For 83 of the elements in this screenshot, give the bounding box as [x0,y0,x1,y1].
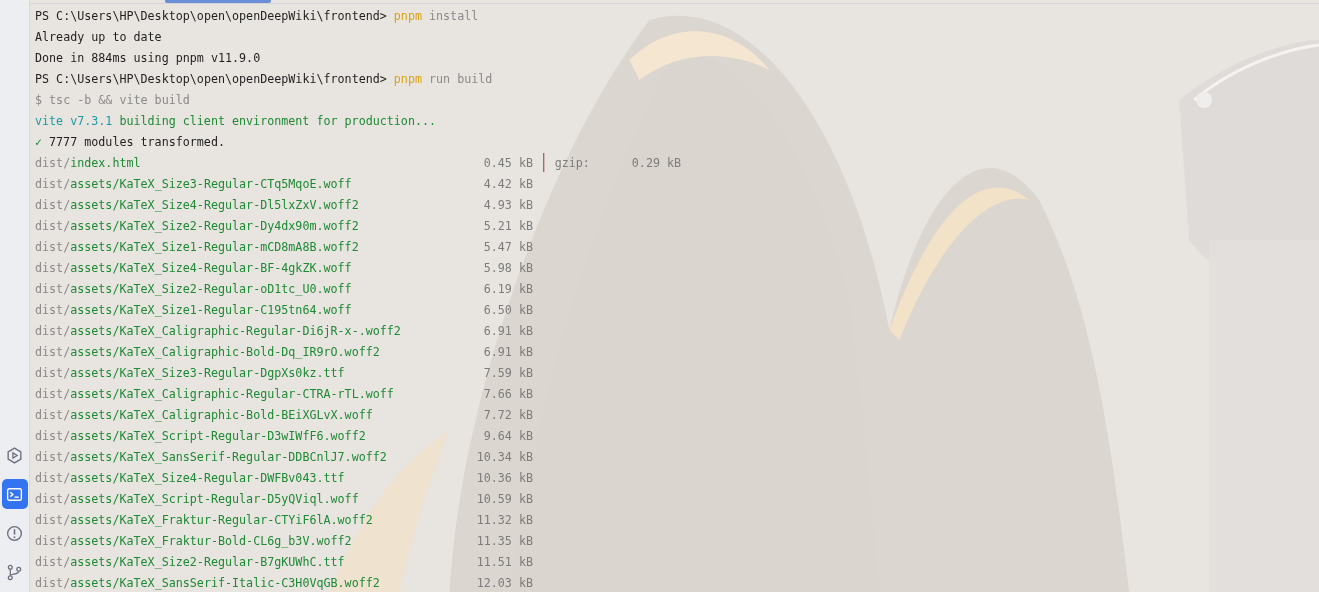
file-path: assets/KaTeX_Caligraphic-Regular-CTRA-rTL.woff [70,386,394,401]
dir-prefix: dist/ [35,512,71,527]
dir-prefix: dist/ [35,302,71,317]
prompt-text: PS C:\Users\HP\Desktop\open\openDeepWiki\frontend> [35,8,387,23]
output-line: Done in 884ms using pnpm v11.9.0 [35,50,261,65]
file-size: 6.50 kB [482,302,533,317]
dir-prefix: dist/ [35,407,71,422]
file-path: assets/KaTeX_Size4-Regular-BF-4gkZK.woff [70,260,352,275]
dir-prefix: dist/ [35,449,71,464]
run-icon [5,445,24,465]
command-args: install [429,8,479,23]
output-line: 7777 modules transformed. [49,134,225,149]
file-path: assets/KaTeX_Script-Regular-D5yQViql.woff [70,491,359,506]
tool-version: vite v7.3.1 [35,113,113,128]
file-size: 5.98 kB [482,260,533,275]
file-size: 7.72 kB [482,407,533,422]
file-path: assets/KaTeX_Size3-Regular-DgpXs0kz.ttf [70,365,345,380]
file-path: assets/KaTeX_Size1-Regular-mCD8mA8B.woff2 [70,239,359,254]
command-name: pnpm [393,8,422,23]
file-size: 10.36 kB [476,470,533,485]
file-path: assets/KaTeX_Size2-Regular-Dy4dx90m.woff2 [70,218,359,233]
file-path: assets/KaTeX_Size3-Regular-CTq5MqoE.woff [70,176,352,191]
file-path: assets/KaTeX_Size4-Regular-Dl5lxZxV.woff2 [70,197,359,212]
dir-prefix: dist/ [35,470,71,485]
file-path: assets/KaTeX_Size2-Regular-B7gKUWhC.ttf [70,554,345,569]
dir-prefix: dist/ [35,428,71,443]
branch-icon [5,562,24,582]
file-path: assets/KaTeX_Fraktur-Regular-CTYiF6lA.woff2 [70,512,373,527]
file-size: 6.91 kB [482,323,533,338]
output-line: Already up to date [35,29,162,44]
dir-prefix: dist/ [35,239,71,254]
file-path: index.html [70,155,141,170]
file-size: 10.34 kB [476,449,533,464]
file-path: assets/KaTeX_Size4-Regular-DWFBv043.ttf [70,470,345,485]
dir-prefix: dist/ [35,218,71,233]
terminal-tool-button[interactable] [1,479,28,509]
file-path: assets/KaTeX_Size2-Regular-oD1tc_U0.woff [70,281,352,296]
file-path: assets/KaTeX_Caligraphic-Bold-BEiXGLvX.woff [70,407,373,422]
file-size: 11.51 kB [476,554,533,569]
dir-prefix: dist/ [35,575,71,590]
file-size: 9.64 kB [482,428,533,443]
dir-prefix: dist/ [35,155,71,170]
file-path: assets/KaTeX_SansSerif-Regular-DDBCnlJ7.woff2 [70,449,387,464]
file-size: 5.47 kB [482,239,533,254]
dir-prefix: dist/ [35,554,71,569]
pipe-character: │ [539,153,549,172]
dir-prefix: dist/ [35,260,71,275]
dir-prefix: dist/ [35,281,71,296]
script-line: $ tsc -b && vite build [35,92,190,107]
gzip-size: 0.29 kB [631,155,682,170]
file-size: 5.21 kB [482,218,533,233]
file-size: 7.59 kB [482,365,533,380]
gzip-label: gzip: [554,155,590,170]
dir-prefix: dist/ [35,386,71,401]
dir-prefix: dist/ [35,176,71,191]
file-path: assets/KaTeX_Caligraphic-Bold-Dq_IR9rO.woff2 [70,344,380,359]
file-size: 12.03 kB [476,575,533,590]
file-size: 7.66 kB [482,386,533,401]
command-name: pnpm [393,71,422,86]
dir-prefix: dist/ [35,365,71,380]
file-size: 11.32 kB [476,512,533,527]
file-size: 6.91 kB [482,344,533,359]
check-mark: ✓ [35,134,43,149]
dir-prefix: dist/ [35,491,71,506]
warning-icon [5,523,24,543]
dir-prefix: dist/ [35,344,71,359]
prompt-text: PS C:\Users\HP\Desktop\open\openDeepWiki\frontend> [35,71,387,86]
file-size: 6.19 kB [482,281,533,296]
file-path: assets/KaTeX_Script-Regular-D3wIWfF6.woff2 [70,428,366,443]
file-path: assets/KaTeX_SansSerif-Italic-C3H0VqGB.woff2 [70,575,380,590]
file-size: 10.59 kB [476,491,533,506]
file-size: 0.45 kB [482,155,533,170]
file-size: 4.93 kB [482,197,533,212]
build-status: building client environment for production... [119,113,437,128]
dir-prefix: dist/ [35,197,71,212]
file-path: assets/KaTeX_Caligraphic-Regular-Di6jR-x-.woff2 [70,323,401,338]
file-path: assets/KaTeX_Fraktur-Bold-CL6g_b3V.woff2 [70,533,352,548]
dir-prefix: dist/ [35,533,71,548]
command-args: run build [429,71,493,86]
file-size: 4.42 kB [482,176,533,191]
file-size: 11.35 kB [476,533,533,548]
file-path: assets/KaTeX_Size1-Regular-C195tn64.woff [70,302,352,317]
dir-prefix: dist/ [35,323,71,338]
